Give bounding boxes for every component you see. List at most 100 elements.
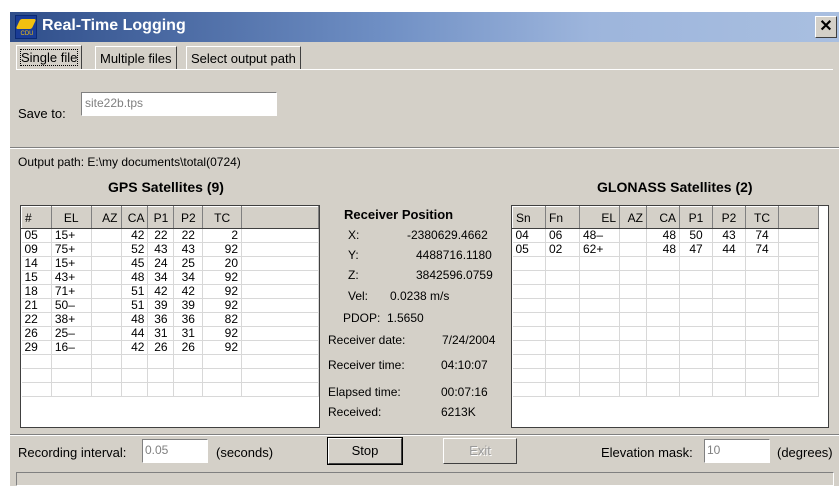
glonass-empty-cell bbox=[545, 326, 580, 341]
gps-col-header[interactable]: P1 bbox=[147, 206, 175, 229]
glonass-satellites-table[interactable]: Sn Fn EL AZ CA P1 P2 TC 04 06 48– 48 50 43 74 0… bbox=[511, 205, 829, 428]
gps-cell: 42 bbox=[173, 284, 204, 299]
gps-cell: 25– bbox=[51, 326, 92, 341]
glonass-empty-cell bbox=[619, 284, 647, 299]
close-button[interactable]: ✕ bbox=[815, 16, 837, 38]
glonass-empty-cell bbox=[745, 312, 779, 327]
gps-cell: 43 bbox=[173, 242, 204, 257]
pdop-label: PDOP: bbox=[343, 311, 381, 325]
gps-table-row[interactable]: 22 38+ 48 36 36 82 bbox=[21, 312, 319, 327]
tab-multiple-files[interactable]: Multiple files bbox=[95, 46, 177, 70]
glonass-empty-cell bbox=[619, 256, 647, 271]
x-value: -2380629.4662 bbox=[407, 228, 488, 242]
exit-button[interactable]: Exit bbox=[443, 438, 517, 464]
receiver-time-label: Receiver time: bbox=[328, 358, 405, 372]
gps-col-header[interactable]: AZ bbox=[90, 206, 122, 229]
glonass-col-header[interactable]: P1 bbox=[679, 206, 713, 229]
gps-cell: 26 bbox=[173, 340, 204, 355]
save-to-input[interactable]: site22b.tps bbox=[81, 92, 277, 116]
tab-single-file[interactable]: Single file bbox=[16, 45, 83, 70]
glonass-table-row[interactable]: 05 02 62+ 48 47 44 74 bbox=[512, 242, 819, 257]
glonass-empty-cell bbox=[545, 284, 580, 299]
gps-col-header[interactable]: TC bbox=[202, 206, 242, 229]
gps-table-row[interactable]: 14 15+ 45 24 25 20 bbox=[21, 256, 319, 271]
glonass-empty-cell bbox=[712, 326, 746, 341]
gps-empty-cell bbox=[202, 354, 242, 369]
gps-table-row[interactable]: 18 71+ 51 42 42 92 bbox=[21, 284, 319, 299]
glonass-empty-cell bbox=[679, 298, 713, 313]
title-bar[interactable]: PC-CDU Real-Time Logging ✕ bbox=[10, 12, 839, 42]
glonass-empty-cell bbox=[778, 312, 819, 327]
gps-empty-row bbox=[21, 354, 319, 369]
glonass-empty-cell bbox=[745, 298, 779, 313]
gps-filler-cell bbox=[241, 228, 319, 243]
pdop-value: 1.5650 bbox=[387, 311, 424, 325]
output-path-text: Output path: E:\my documents\total(0724) bbox=[18, 155, 241, 169]
glonass-col-header[interactable]: TC bbox=[745, 206, 779, 229]
gps-filler-cell bbox=[241, 242, 319, 257]
divider bbox=[10, 147, 839, 149]
received-label: Received: bbox=[328, 405, 382, 419]
glonass-col-header[interactable]: CA bbox=[646, 206, 680, 229]
glonass-cell: 48 bbox=[646, 242, 680, 257]
glonass-empty-cell bbox=[512, 368, 546, 383]
gps-cell: 42 bbox=[147, 284, 175, 299]
glonass-empty-row bbox=[512, 340, 819, 355]
gps-empty-cell bbox=[91, 382, 122, 397]
gps-satellites-title: GPS Satellites (9) bbox=[108, 179, 224, 195]
gps-col-header[interactable]: EL bbox=[50, 206, 92, 229]
glonass-empty-cell bbox=[646, 256, 680, 271]
gps-table-row[interactable]: 09 75+ 52 43 43 92 bbox=[21, 242, 319, 257]
gps-table-row[interactable]: 26 25– 44 31 31 92 bbox=[21, 326, 319, 341]
glonass-empty-cell bbox=[619, 298, 647, 313]
glonass-empty-row bbox=[512, 256, 819, 271]
gps-col-header[interactable]: # bbox=[21, 206, 52, 229]
glonass-empty-cell bbox=[619, 340, 647, 355]
glonass-col-header[interactable]: Fn bbox=[545, 206, 580, 229]
glonass-empty-cell bbox=[712, 270, 746, 285]
glonass-empty-cell bbox=[545, 340, 580, 355]
recording-interval-label: Recording interval: bbox=[18, 445, 127, 460]
glonass-cell: 48 bbox=[646, 228, 680, 243]
gps-filler-cell bbox=[241, 312, 319, 327]
stop-button[interactable]: Stop bbox=[327, 437, 403, 465]
glonass-empty-cell bbox=[679, 256, 713, 271]
glonass-empty-cell bbox=[512, 382, 546, 397]
glonass-cell: 47 bbox=[679, 242, 713, 257]
glonass-table-row[interactable]: 04 06 48– 48 50 43 74 bbox=[512, 228, 819, 243]
glonass-col-header[interactable]: EL bbox=[579, 206, 620, 229]
glonass-empty-cell bbox=[646, 312, 680, 327]
gps-table-row[interactable]: 15 43+ 48 34 34 92 bbox=[21, 270, 319, 285]
gps-cell: 2 bbox=[202, 228, 242, 243]
glonass-col-header[interactable]: AZ bbox=[619, 206, 647, 229]
glonass-empty-cell bbox=[646, 284, 680, 299]
status-bar bbox=[16, 472, 834, 486]
gps-empty-cell bbox=[241, 382, 319, 397]
gps-empty-cell bbox=[173, 354, 204, 369]
y-value: 4488716.1180 bbox=[416, 248, 492, 262]
gps-cell: 14 bbox=[21, 256, 52, 271]
glonass-col-header[interactable]: Sn bbox=[512, 206, 546, 229]
glonass-empty-cell bbox=[679, 368, 713, 383]
glonass-empty-cell bbox=[679, 382, 713, 397]
gps-cell: 22 bbox=[21, 312, 52, 327]
gps-cell: 39 bbox=[147, 298, 175, 313]
gps-table-row[interactable]: 29 16– 42 26 26 92 bbox=[21, 340, 319, 355]
gps-cell: 15+ bbox=[51, 256, 92, 271]
gps-table-row[interactable]: 05 15+ 42 22 22 2 bbox=[21, 228, 319, 243]
elevation-mask-input[interactable]: 10 bbox=[704, 439, 770, 463]
recording-interval-input[interactable]: 0.05 bbox=[142, 439, 208, 463]
gps-filler-cell bbox=[241, 256, 319, 271]
glonass-empty-cell bbox=[712, 340, 746, 355]
gps-table-row[interactable]: 21 50– 51 39 39 92 bbox=[21, 298, 319, 313]
tab-select-output-path[interactable]: Select output path bbox=[186, 46, 301, 70]
glonass-col-header[interactable]: P2 bbox=[712, 206, 746, 229]
gps-satellites-table[interactable]: # EL AZ CA P1 P2 TC 05 15+ 42 22 22 2 09 75+ 52 4… bbox=[20, 205, 320, 428]
gps-col-header[interactable]: P2 bbox=[173, 206, 204, 229]
gps-col-header[interactable]: CA bbox=[120, 206, 149, 229]
glonass-empty-cell bbox=[745, 284, 779, 299]
glonass-empty-cell bbox=[745, 340, 779, 355]
glonass-empty-cell bbox=[679, 312, 713, 327]
gps-cell: 92 bbox=[202, 242, 242, 257]
gps-cell: 45 bbox=[121, 256, 149, 271]
